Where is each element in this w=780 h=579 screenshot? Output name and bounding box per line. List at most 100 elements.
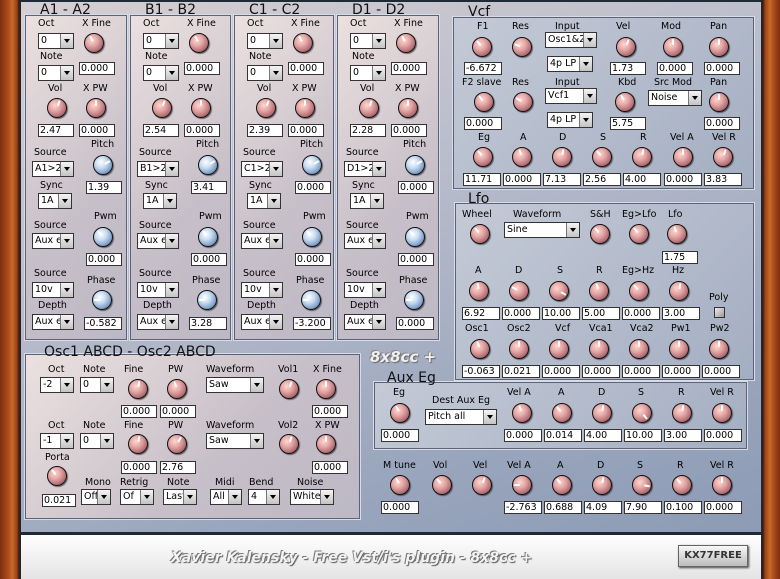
vol-knob[interactable]: [47, 98, 67, 118]
vela-knob[interactable]: [673, 147, 693, 167]
master-velr-value[interactable]: 0.000: [704, 501, 742, 514]
pan2-value[interactable]: 0.000: [704, 117, 740, 130]
oct-select[interactable]: 0: [143, 33, 179, 49]
sh-knob[interactable]: [590, 224, 610, 244]
xpw-knob[interactable]: [295, 98, 315, 118]
noise-select[interactable]: White: [290, 489, 334, 505]
xpw-knob[interactable]: [86, 98, 106, 118]
phase-knob[interactable]: [301, 290, 321, 310]
chevron-down-icon[interactable]: [483, 410, 496, 424]
s-value[interactable]: 2.56: [583, 173, 621, 186]
pwm-value[interactable]: 0.000: [398, 253, 434, 266]
chevron-down-icon[interactable]: [583, 89, 596, 103]
pitch-knob[interactable]: [93, 155, 113, 175]
xfine-value[interactable]: 0.000: [288, 62, 324, 75]
kx-logo-button[interactable]: KX77FREE: [678, 545, 748, 567]
vol2-knob[interactable]: [279, 434, 299, 454]
master-s-value[interactable]: 7.90: [624, 501, 662, 514]
oct-select[interactable]: 0: [38, 33, 74, 49]
aux-vela-value[interactable]: 0.000: [504, 429, 542, 442]
chevron-down-icon[interactable]: [165, 234, 178, 248]
pan-value[interactable]: 0.000: [704, 62, 740, 75]
lfo-r-knob[interactable]: [589, 281, 609, 301]
pw1-value[interactable]: 0.000: [160, 405, 196, 418]
xpw-value[interactable]: 0.000: [391, 124, 427, 137]
xpw-value[interactable]: 0.000: [184, 124, 220, 137]
aux-velr-value[interactable]: 0.000: [704, 429, 742, 442]
xfine-value[interactable]: 0.000: [79, 62, 115, 75]
pitch-value[interactable]: 0.000: [398, 181, 434, 194]
xpw-value[interactable]: 0.000: [312, 461, 348, 474]
vel-knob[interactable]: [616, 37, 636, 57]
xfine-knob[interactable]: [316, 379, 336, 399]
waveform1-select[interactable]: Saw: [206, 377, 264, 393]
xpw-knob[interactable]: [316, 434, 336, 454]
waveform2-select[interactable]: Saw: [206, 433, 264, 449]
chevron-down-icon[interactable]: [60, 66, 73, 80]
chevron-down-icon[interactable]: [269, 34, 282, 48]
master-s-knob[interactable]: [632, 475, 652, 495]
d-value[interactable]: 7.13: [543, 173, 581, 186]
vol-value[interactable]: 2.39: [247, 124, 283, 137]
osc2-mod-knob[interactable]: [509, 339, 529, 359]
pitch-knob[interactable]: [302, 155, 322, 175]
midi-select[interactable]: All: [210, 489, 242, 505]
eg-value[interactable]: 11.71: [463, 173, 501, 186]
phase-value[interactable]: -3.200: [293, 317, 331, 330]
aux-eg-knob[interactable]: [390, 403, 410, 423]
pwm-source-select[interactable]: Aux e: [137, 233, 179, 249]
phase-source-select[interactable]: 10v: [137, 282, 179, 298]
pw1-mod-knob[interactable]: [669, 339, 689, 359]
eghz-value[interactable]: 0.000: [622, 307, 660, 320]
master-velr-knob[interactable]: [712, 475, 732, 495]
pwm-source-select[interactable]: Aux e: [344, 233, 386, 249]
aux-s-knob[interactable]: [632, 403, 652, 423]
pw1-knob[interactable]: [167, 379, 187, 399]
input2-select[interactable]: Vcf1: [545, 88, 597, 104]
aux-velr-knob[interactable]: [712, 403, 732, 423]
sync-select[interactable]: 1A: [350, 193, 384, 209]
phase-value[interactable]: 0.000: [396, 317, 434, 330]
chevron-down-icon[interactable]: [60, 378, 73, 392]
lfo-a-knob[interactable]: [469, 281, 489, 301]
osc1-mod-knob[interactable]: [470, 339, 490, 359]
hz-knob[interactable]: [669, 281, 689, 301]
phase-knob[interactable]: [92, 290, 112, 310]
vol-value[interactable]: 2.54: [143, 124, 179, 137]
sync-select[interactable]: 1A: [143, 193, 177, 209]
pwm-knob[interactable]: [93, 227, 113, 247]
pw2-knob[interactable]: [167, 434, 187, 454]
osc1-value[interactable]: -0.063: [462, 365, 500, 378]
chevron-down-icon[interactable]: [579, 113, 592, 127]
xpw-knob[interactable]: [398, 98, 418, 118]
type1-select[interactable]: 4p LP: [547, 56, 593, 72]
poly-checkbox[interactable]: [714, 307, 725, 318]
aux-d-value[interactable]: 4.00: [584, 429, 622, 442]
vel-value[interactable]: 1.73: [610, 62, 646, 75]
sync-select[interactable]: 1A: [38, 193, 72, 209]
pitch-value[interactable]: 1.39: [86, 181, 122, 194]
lfo-s-knob[interactable]: [549, 281, 569, 301]
vol-knob[interactable]: [256, 98, 276, 118]
aux-r-knob[interactable]: [672, 403, 692, 423]
mono-select[interactable]: Off: [81, 489, 111, 505]
bend-select[interactable]: 4: [248, 489, 280, 505]
kbd-knob[interactable]: [615, 92, 635, 112]
porta-knob[interactable]: [47, 466, 67, 486]
chevron-down-icon[interactable]: [372, 66, 385, 80]
kbd-value[interactable]: 5.75: [610, 117, 646, 130]
retrig-select[interactable]: Of: [120, 489, 154, 505]
note-select[interactable]: 0: [38, 65, 74, 81]
velr-value[interactable]: 3.83: [704, 173, 742, 186]
phase-source-select[interactable]: 10v: [241, 282, 283, 298]
chevron-down-icon[interactable]: [688, 91, 701, 105]
chevron-down-icon[interactable]: [250, 434, 263, 448]
f1-knob[interactable]: [472, 37, 492, 57]
chevron-down-icon[interactable]: [60, 234, 73, 248]
fine1-knob[interactable]: [128, 379, 148, 399]
s-knob[interactable]: [592, 147, 612, 167]
source-select[interactable]: D1>2: [344, 161, 386, 177]
lfo-value[interactable]: 1.75: [662, 251, 698, 264]
pitch-knob[interactable]: [198, 155, 218, 175]
xfine-value[interactable]: 0.000: [312, 405, 348, 418]
